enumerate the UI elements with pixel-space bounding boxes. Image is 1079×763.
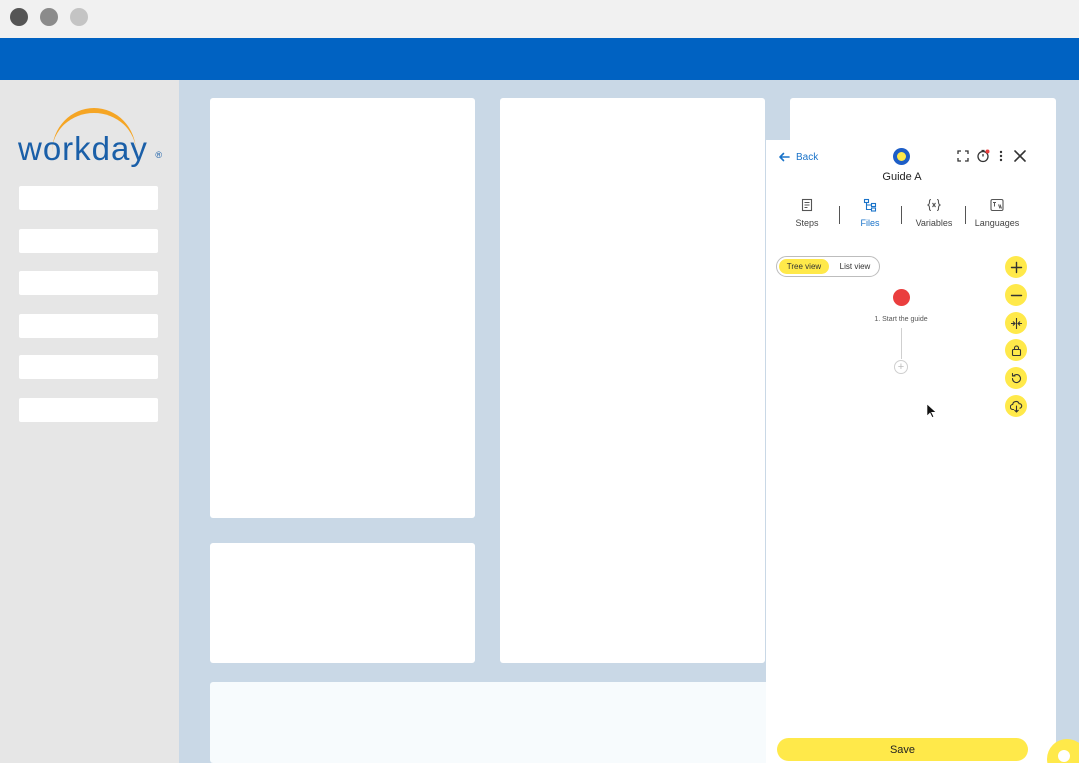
start-node[interactable] [893, 289, 910, 306]
sidebar-item[interactable] [19, 314, 158, 338]
logo-text: workday [18, 130, 148, 167]
save-button[interactable]: Save [777, 738, 1028, 761]
tab-divider [901, 206, 902, 224]
guide-editor-panel: Back Guide A Steps Files Variables Langu… [766, 140, 1056, 763]
tab-variables-label: Variables [915, 218, 953, 228]
sidebar-item[interactable] [19, 229, 158, 253]
expand-icon[interactable] [956, 149, 970, 163]
sidebar: workday ® [0, 80, 179, 763]
sidebar-item[interactable] [19, 271, 158, 295]
tab-variables[interactable]: Variables [903, 198, 965, 228]
logo-registered-mark: ® [155, 150, 162, 160]
sidebar-item[interactable] [19, 398, 158, 422]
reset-icon[interactable] [1005, 367, 1027, 389]
steps-icon [800, 198, 814, 212]
download-icon[interactable] [1005, 395, 1027, 417]
add-step-button[interactable]: + [894, 360, 908, 374]
content-card [500, 98, 765, 663]
app-header-bar [0, 38, 1079, 80]
mouse-cursor-icon [926, 403, 937, 418]
workday-logo: workday ® [18, 108, 162, 168]
tree-icon [863, 198, 877, 212]
zoom-out-icon[interactable] [1005, 284, 1027, 306]
view-toggle: Tree view List view [776, 256, 880, 277]
close-icon[interactable] [1013, 149, 1027, 163]
tab-files[interactable]: Files [839, 198, 901, 228]
back-label: Back [796, 151, 819, 163]
tab-languages-label: Languages [974, 218, 1020, 228]
language-icon [990, 198, 1004, 212]
tab-files-label: Files [860, 218, 880, 228]
tree-connector [901, 328, 902, 359]
window-maximize-control[interactable] [70, 8, 88, 26]
zoom-in-icon[interactable] [1005, 256, 1027, 278]
more-icon[interactable] [994, 149, 1008, 163]
tree-view-option[interactable]: Tree view [779, 259, 829, 274]
content-card [210, 543, 475, 663]
window-minimize-control[interactable] [40, 8, 58, 26]
tab-steps-label: Steps [795, 218, 819, 228]
guide-title: Guide A [882, 171, 922, 183]
timer-icon[interactable] [976, 149, 990, 163]
tab-steps[interactable]: Steps [776, 198, 838, 228]
window-titlebar [0, 0, 1079, 38]
variable-icon [926, 198, 942, 212]
fit-icon[interactable] [1005, 312, 1027, 334]
back-button[interactable]: Back [778, 151, 818, 163]
arrow-left-icon [779, 152, 790, 162]
sidebar-item[interactable] [19, 355, 158, 379]
window-close-control[interactable] [10, 8, 28, 26]
guide-logo-icon [893, 148, 910, 165]
tab-languages[interactable]: Languages [966, 198, 1028, 228]
content-card [210, 98, 475, 518]
lock-icon[interactable] [1005, 339, 1027, 361]
start-node-label: 1. Start the guide [874, 316, 928, 323]
list-view-option[interactable]: List view [831, 259, 879, 274]
sidebar-item[interactable] [19, 186, 158, 210]
